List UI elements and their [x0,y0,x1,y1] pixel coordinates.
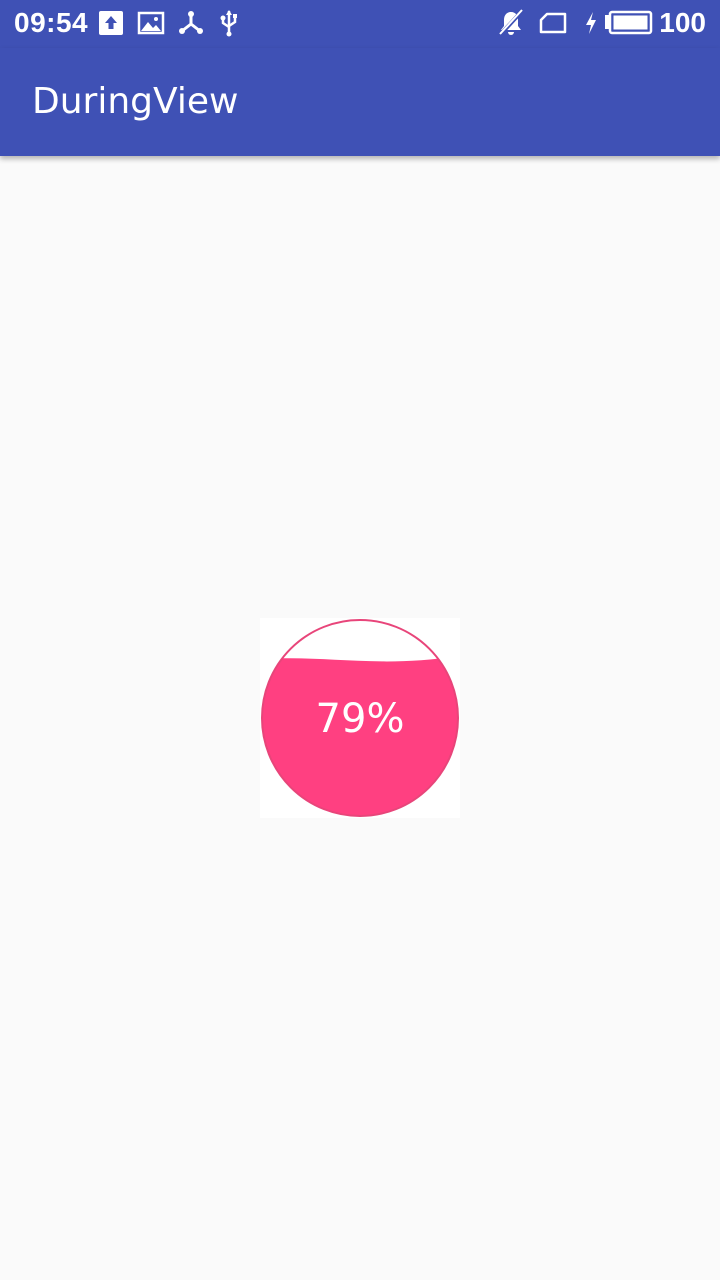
during-view: 79% [260,618,460,818]
status-bar: 09:54 100 [0,0,720,48]
app-title: DuringView [32,81,239,122]
battery-level: 100 [659,7,706,38]
status-time: 09:54 [14,7,89,38]
upload-icon [99,11,123,35]
image-icon [137,11,165,35]
battery-icon [605,10,653,35]
sim-card-icon [539,12,567,34]
wave-progress-circle: 79% [261,619,459,817]
notifications-off-icon [498,9,524,37]
charging-bolt-icon [586,12,596,34]
progress-percent-label: 79% [316,696,405,742]
usb-icon [220,10,237,37]
app-bar: DuringView [0,48,720,156]
share-icon [179,11,203,34]
